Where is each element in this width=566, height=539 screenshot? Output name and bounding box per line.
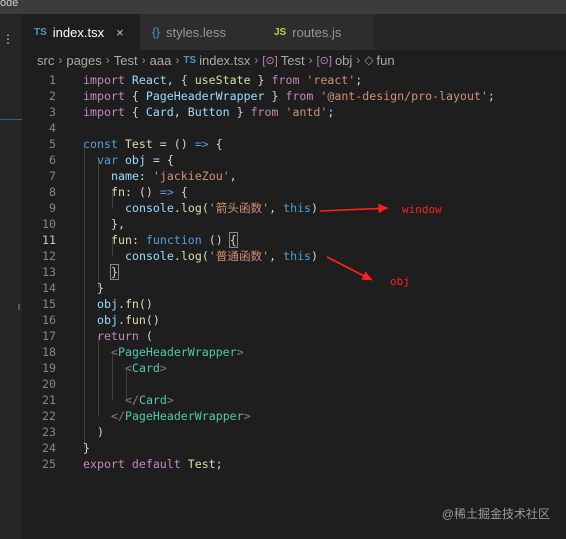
line-number: 4 <box>49 121 56 135</box>
code-line: 2 import { PageHeaderWrapper } from '@ant… <box>22 88 566 104</box>
code-line: 11 fun: function () { <box>22 232 566 248</box>
matched-bracket: } <box>110 264 119 280</box>
annotation-window-label: window <box>402 203 442 216</box>
tab-routes-js[interactable]: JS routes.js <box>262 14 374 50</box>
breadcrumb-src[interactable]: src <box>37 53 54 68</box>
breadcrumb-symbol-obj[interactable]: obj <box>335 53 352 68</box>
variable-symbol-icon: [⊙] <box>316 54 332 67</box>
chevron-right-icon: › <box>58 53 63 67</box>
typescript-file-icon: TS <box>183 54 197 66</box>
line-number: 23 <box>42 425 56 439</box>
activity-bar: ⋮ <box>0 14 22 539</box>
line-number: 14 <box>42 281 56 295</box>
line-number: 13 <box>42 265 56 279</box>
code-line: 5 const Test = () => { <box>22 136 566 152</box>
line-number: 12 <box>42 249 56 263</box>
watermark: @稀土掘金技术社区 <box>441 507 550 521</box>
tab-bar: TS index.tsx × {} styles.less JS routes.… <box>22 14 566 50</box>
line-number: 19 <box>42 361 56 375</box>
breadcrumb: src › pages › Test › aaa › TS index.tsx › [⊙] T… <box>22 50 566 70</box>
breadcrumb-aaa[interactable]: aaa <box>150 53 172 68</box>
code-line: 1 import React, { useState } from 'react'… <box>22 72 566 88</box>
method-symbol-icon: ◇ <box>364 53 374 67</box>
code-line: 4 <box>22 120 566 136</box>
line-number: 3 <box>49 105 56 119</box>
line-number: 8 <box>49 185 56 199</box>
breadcrumb-test-folder[interactable]: Test <box>114 53 138 68</box>
less-file-icon: {} <box>152 25 161 39</box>
code-line: 22 </PageHeaderWrapper> <box>22 408 566 424</box>
code-line: 7 name: 'jackieZou', <box>22 168 566 184</box>
activity-separator <box>0 119 22 120</box>
matched-bracket: { <box>228 232 238 248</box>
code-line: 20 <box>22 376 566 392</box>
title-bar: ode <box>0 0 566 14</box>
line-number: 6 <box>49 153 56 167</box>
line-number: 15 <box>42 297 56 311</box>
code-line: 9 console.log('箭头函数', this) <box>22 200 566 216</box>
tab-index-tsx[interactable]: TS index.tsx × <box>22 14 140 50</box>
line-number: 21 <box>42 393 56 407</box>
tab-label: routes.js <box>292 24 342 40</box>
scroll-marker <box>18 304 20 310</box>
line-number: 17 <box>42 329 56 343</box>
code-line: 18 <PageHeaderWrapper> <box>22 344 566 360</box>
line-number: 2 <box>49 89 56 103</box>
code-line: 24} <box>22 440 566 456</box>
breadcrumb-pages[interactable]: pages <box>66 53 101 68</box>
code-line: 10}, <box>22 216 566 232</box>
line-number: 9 <box>49 201 56 215</box>
line-number: 18 <box>42 345 56 359</box>
typescript-file-icon: TS <box>34 26 47 38</box>
line-number: 22 <box>42 409 56 423</box>
code-line: 8 fn: () => { <box>22 184 566 200</box>
javascript-file-icon: JS <box>274 26 287 38</box>
breadcrumb-method-fun[interactable]: fun <box>377 53 395 68</box>
line-number: 10 <box>42 217 56 231</box>
code-line: 13} <box>22 264 566 280</box>
chevron-right-icon: › <box>356 53 361 67</box>
line-number: 16 <box>42 313 56 327</box>
close-icon[interactable]: × <box>116 25 124 40</box>
line-number: 5 <box>49 137 56 151</box>
code-line: 14} <box>22 280 566 296</box>
line-number: 7 <box>49 169 56 183</box>
line-number: 24 <box>42 441 56 455</box>
breadcrumb-file[interactable]: index.tsx <box>199 53 250 68</box>
line-number: 20 <box>42 377 56 391</box>
tab-styles-less[interactable]: {} styles.less <box>140 14 262 50</box>
code-line: 17 return ( <box>22 328 566 344</box>
chevron-right-icon: › <box>141 53 146 67</box>
window-title: ode <box>0 0 19 9</box>
code-editor[interactable]: 1 import React, { useState } from 'react'… <box>22 72 566 539</box>
code-line: 12 console.log('普通函数', this) <box>22 248 566 264</box>
line-number: 11 <box>42 233 56 247</box>
code-line: 16 obj.fun() <box>22 312 566 328</box>
annotation-obj-label: obj <box>390 275 410 288</box>
breadcrumb-symbol-test[interactable]: Test <box>281 53 305 68</box>
chevron-right-icon: › <box>175 53 180 67</box>
code-line: 15 obj.fn() <box>22 296 566 312</box>
tab-label: styles.less <box>166 24 226 40</box>
chevron-right-icon: › <box>308 53 313 67</box>
code-line: 23) <box>22 424 566 440</box>
line-number: 25 <box>42 457 56 471</box>
code-line: 21 </Card> <box>22 392 566 408</box>
variable-symbol-icon: [⊙] <box>262 54 278 67</box>
tab-label: index.tsx <box>52 24 105 40</box>
code-line: 19 <Card> <box>22 360 566 376</box>
code-line: 3 import { Card, Button } from 'antd'; <box>22 104 566 120</box>
chevron-right-icon: › <box>105 53 110 67</box>
more-arrow-icon[interactable]: ⋮ <box>2 32 14 46</box>
code-line: 6 var obj = { <box>22 152 566 168</box>
chevron-right-icon: › <box>254 53 259 67</box>
code-line: 25 export default Test; <box>22 456 566 472</box>
line-number: 1 <box>49 73 56 87</box>
